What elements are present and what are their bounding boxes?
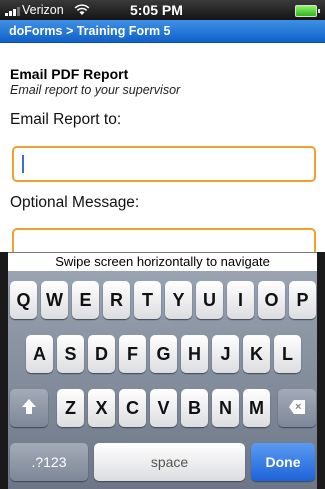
key-p[interactable]: P xyxy=(289,281,316,319)
swipe-hint: Swipe screen horizontally to navigate xyxy=(8,252,317,272)
backspace-icon: × xyxy=(282,389,312,427)
key-w[interactable]: W xyxy=(41,281,68,319)
device-edge-right xyxy=(317,252,325,489)
key-t[interactable]: T xyxy=(134,281,161,319)
shift-key[interactable] xyxy=(10,389,48,427)
key-o[interactable]: O xyxy=(258,281,285,319)
key-e[interactable]: E xyxy=(72,281,99,319)
key-d[interactable]: D xyxy=(88,335,115,373)
status-bar: Verizon 5:05 PM xyxy=(0,0,325,20)
wifi-icon xyxy=(74,4,90,15)
clock: 5:05 PM xyxy=(130,2,183,18)
breadcrumb[interactable]: doForms > Training Form 5 xyxy=(9,24,170,38)
shift-icon xyxy=(15,389,43,427)
carrier-name: Verizon xyxy=(22,3,64,17)
space-key[interactable]: space xyxy=(94,443,245,481)
text-cursor xyxy=(22,155,24,173)
key-h[interactable]: H xyxy=(181,335,208,373)
message-field[interactable] xyxy=(12,228,316,252)
section-title: Email PDF Report xyxy=(10,66,129,82)
done-button[interactable]: Done xyxy=(251,443,315,481)
key-j[interactable]: J xyxy=(212,335,239,373)
key-l[interactable]: L xyxy=(274,335,301,373)
signal-icon xyxy=(5,6,23,16)
key-r[interactable]: R xyxy=(103,281,130,319)
key-z[interactable]: Z xyxy=(57,389,84,427)
message-label: Optional Message: xyxy=(10,194,140,211)
key-q[interactable]: Q xyxy=(10,281,37,319)
key-x[interactable]: X xyxy=(88,389,115,427)
nav-bar: doForms > Training Form 5 xyxy=(0,20,325,43)
email-field[interactable] xyxy=(12,146,316,182)
key-a[interactable]: A xyxy=(26,335,53,373)
battery-icon xyxy=(295,5,320,17)
key-f[interactable]: F xyxy=(119,335,146,373)
key-n[interactable]: N xyxy=(212,389,239,427)
form-content: Email PDF Report Email report to your su… xyxy=(0,43,325,252)
key-m[interactable]: M xyxy=(243,389,270,427)
key-g[interactable]: G xyxy=(150,335,177,373)
key-v[interactable]: V xyxy=(150,389,177,427)
phone-screen: Verizon 5:05 PM doForms > Training Form … xyxy=(0,0,325,489)
key-s[interactable]: S xyxy=(57,335,84,373)
keyboard: Q W E R T Y U I O P A S D F G H J K L Z … xyxy=(8,271,317,489)
device-edge-left xyxy=(0,252,8,489)
key-i[interactable]: I xyxy=(227,281,254,319)
key-y[interactable]: Y xyxy=(165,281,192,319)
key-k[interactable]: K xyxy=(243,335,270,373)
key-c[interactable]: C xyxy=(119,389,146,427)
email-label: Email Report to: xyxy=(10,111,122,128)
numbers-key[interactable]: .?123 xyxy=(10,443,88,481)
key-u[interactable]: U xyxy=(196,281,223,319)
key-b[interactable]: B xyxy=(181,389,208,427)
delete-key[interactable]: × xyxy=(278,389,316,427)
section-subtitle: Email report to your supervisor xyxy=(10,83,181,97)
